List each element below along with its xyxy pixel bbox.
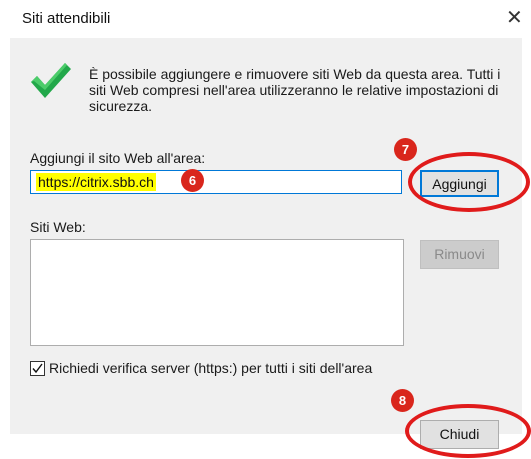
websites-label: Siti Web: [30, 219, 86, 235]
close-icon[interactable]: ✕ [506, 8, 523, 28]
close-button[interactable]: Chiudi [420, 420, 499, 449]
remove-button[interactable]: Rimuovi [420, 240, 499, 269]
site-url-input[interactable]: https://citrix.sbb.ch [30, 170, 402, 194]
require-https-checkbox[interactable] [30, 360, 45, 376]
info-text: È possibile aggiungere e rimuovere siti … [89, 66, 501, 114]
step-badge-8: 8 [391, 389, 414, 412]
dialog-title: Siti attendibili [22, 10, 111, 27]
green-checkmark-icon [31, 63, 71, 98]
add-site-label: Aggiungi il sito Web all'area: [30, 150, 206, 166]
require-https-label: Richiedi verifica server (https:) per tu… [49, 360, 373, 376]
checkmark-icon [32, 363, 43, 373]
websites-list[interactable] [30, 239, 404, 346]
step-badge-6: 6 [181, 169, 204, 192]
add-button[interactable]: Aggiungi [420, 170, 499, 197]
step-badge-7: 7 [394, 138, 417, 161]
require-https-checkbox-row[interactable]: Richiedi verifica server (https:) per tu… [30, 359, 372, 377]
site-url-value: https://citrix.sbb.ch [36, 173, 156, 191]
title-bar: Siti attendibili ✕ [0, 0, 531, 38]
